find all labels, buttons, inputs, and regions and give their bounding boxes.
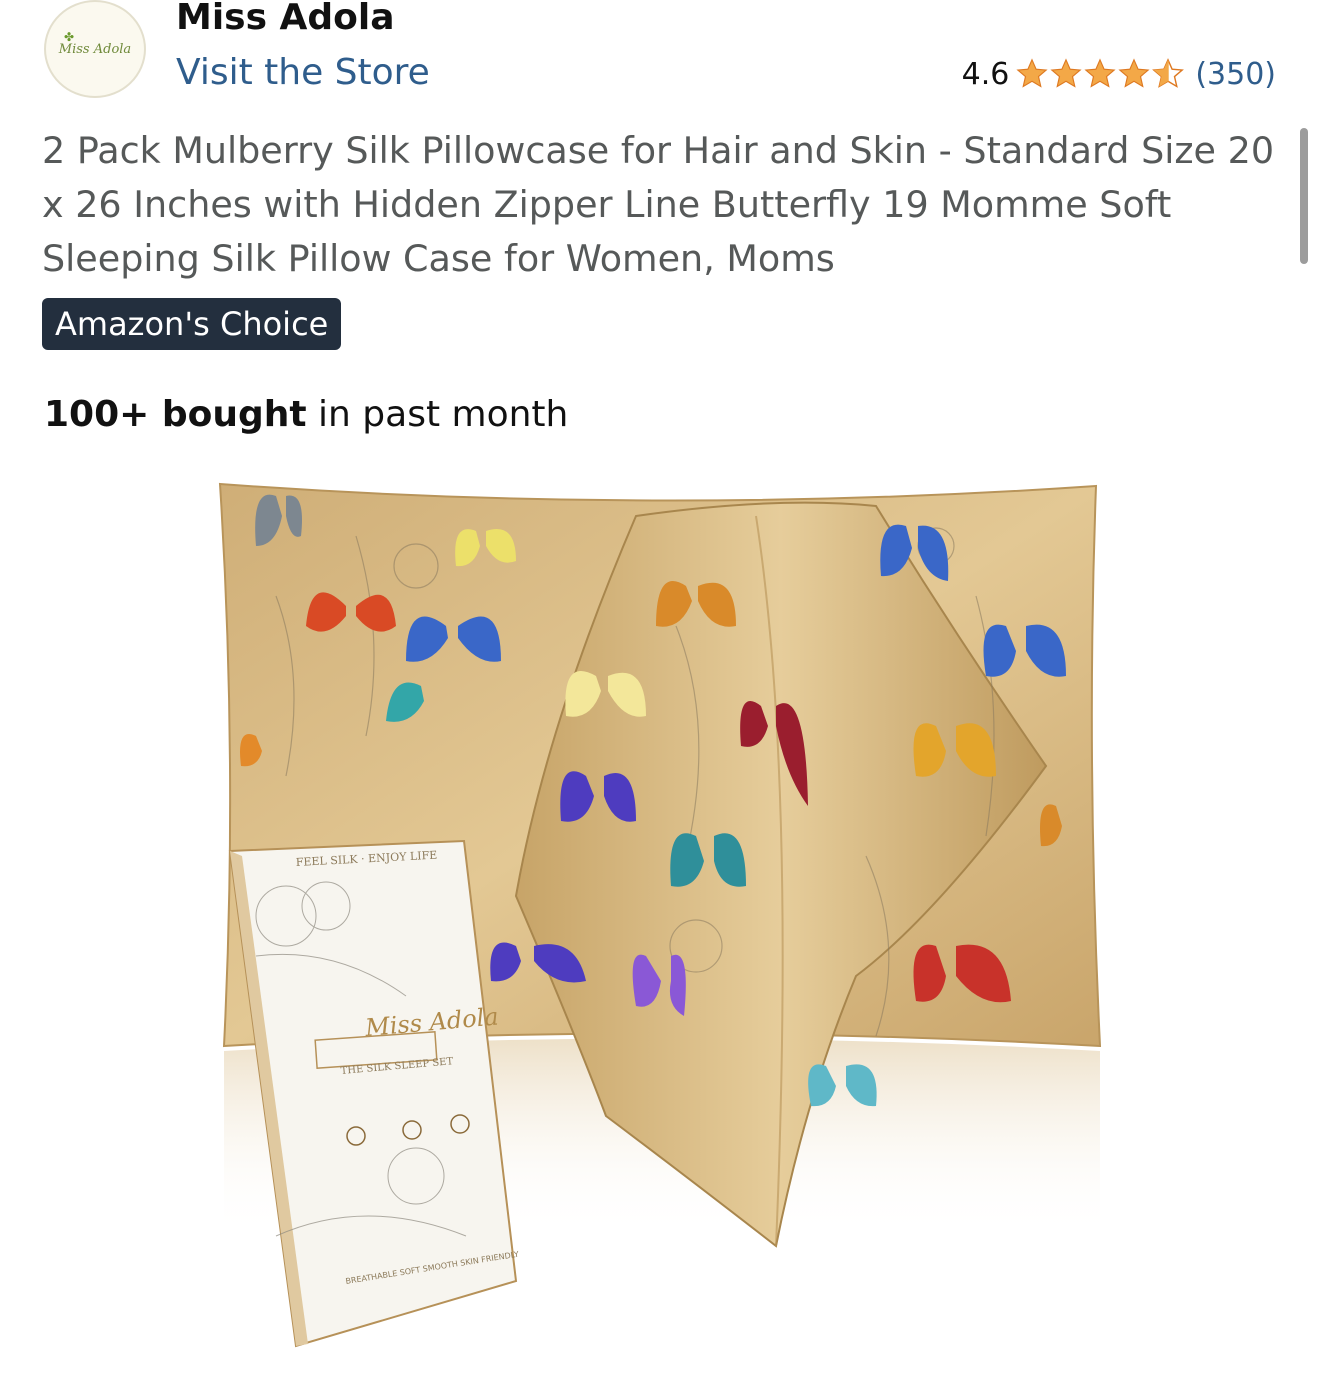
product-title: 2 Pack Mulberry Silk Pillowcase for Hair… [42,129,1275,280]
review-count-link[interactable]: (350) [1195,57,1276,92]
half-star-icon [1152,58,1185,88]
star-icon [1050,58,1082,88]
purchase-count-rest: in past month [306,394,569,435]
scrollbar[interactable] [1300,128,1308,264]
rating-summary[interactable]: 4.6 (350) [962,54,1276,94]
amazons-choice-badge: Amazon's Choice [42,298,342,350]
product-image[interactable]: FEEL SILK · ENJOY LIFE Miss Adola THE SI… [216,476,1106,1356]
purchase-count-bold: 100+ bought [44,394,307,435]
purchase-count: 100+ bought in past month [44,390,568,440]
store-logo[interactable]: ✤ Miss Adola [44,0,146,98]
clover-icon: ✤ [64,30,75,44]
star-icon [1016,58,1048,88]
product-image-illustration: FEEL SILK · ENJOY LIFE Miss Adola THE SI… [218,482,1102,1348]
rating-value: 4.6 [961,56,1010,92]
visit-store-link[interactable]: Visit the Store [176,50,430,96]
star-icon [1118,58,1150,88]
brand-name: Miss Adola [176,0,395,38]
star-rating[interactable] [1015,57,1185,91]
star-icon [1084,58,1116,88]
